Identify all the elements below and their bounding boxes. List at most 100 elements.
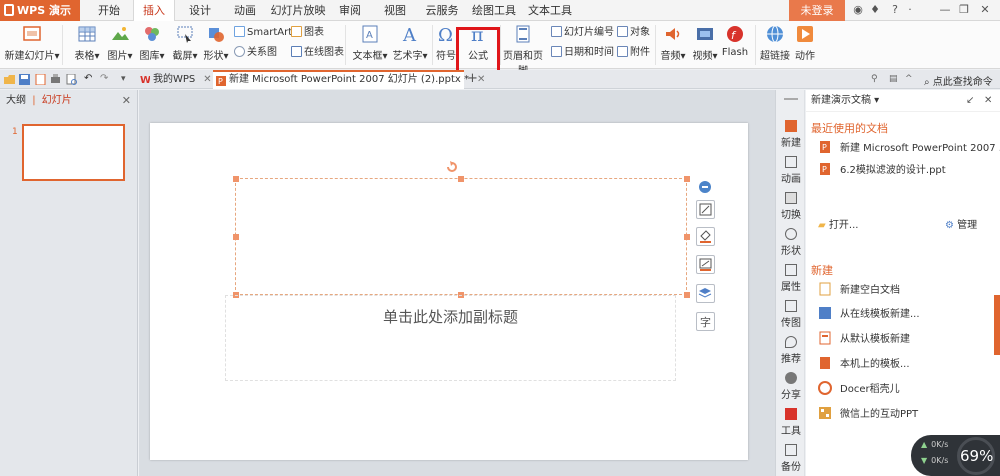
- close-panel-icon[interactable]: ✕: [122, 95, 131, 107]
- recent-doc-item[interactable]: P 6.2模拟滤波的设计.ppt: [818, 162, 946, 178]
- picture-button[interactable]: 图片▾: [104, 24, 136, 62]
- close-pane-icon[interactable]: ✕: [984, 95, 992, 106]
- open-file-button[interactable]: ▰ 打开...: [818, 216, 858, 231]
- resize-handle[interactable]: [684, 234, 690, 240]
- new-from-default-template-item[interactable]: 从默认模板新建: [818, 331, 910, 347]
- find-command-search[interactable]: ⌕ 点此查找命令: [924, 73, 993, 88]
- screenshot-button[interactable]: 截屏▾: [169, 24, 201, 62]
- new-from-online-template-item[interactable]: 从在线模板新建...: [818, 306, 920, 322]
- tab-my-wps[interactable]: W 我的WPS ✕: [137, 70, 213, 89]
- online-chart-button[interactable]: 在线图表: [291, 46, 344, 60]
- object-button[interactable]: 对象: [617, 26, 650, 40]
- customize-toolbar-icon[interactable]: ▾: [121, 74, 132, 85]
- relation-chart-button[interactable]: 关系图: [234, 46, 277, 60]
- fill-button[interactable]: [696, 227, 715, 246]
- sidebar-item-share[interactable]: 分享: [776, 372, 806, 401]
- sidebar-item-recommend[interactable]: 推荐: [776, 336, 806, 365]
- art-text-button[interactable]: A 艺术字▾: [388, 24, 432, 62]
- attachment-button[interactable]: 附件: [617, 46, 650, 60]
- tab-view[interactable]: 视图: [374, 0, 416, 21]
- slide-thumbnail[interactable]: [22, 124, 125, 181]
- resize-handle[interactable]: [684, 176, 690, 182]
- shirt-icon[interactable]: ♦: [868, 3, 882, 17]
- sidebar-item-animation[interactable]: 动画: [776, 156, 806, 185]
- textbox-button[interactable]: A 文本框▾: [348, 24, 392, 62]
- settings-icon[interactable]: ·: [903, 3, 917, 17]
- save-as-icon[interactable]: [35, 74, 46, 85]
- save-icon[interactable]: [19, 74, 30, 85]
- subtitle-placeholder[interactable]: 单击此处添加副标题: [225, 295, 676, 381]
- wechat-ppt-item[interactable]: 微信上的互动PPT: [818, 406, 918, 422]
- layers-button[interactable]: [696, 284, 715, 303]
- datetime-button[interactable]: 日期和时间: [551, 46, 614, 60]
- network-speed-widget[interactable]: ▲ 0K/s ▼ 0K/s 69%: [911, 435, 1000, 476]
- collapse-toolbar-icon[interactable]: [699, 181, 711, 193]
- pin-pane-icon[interactable]: ↙: [966, 95, 974, 106]
- wps-app-menu-button[interactable]: WPS 演示▾: [0, 0, 80, 42]
- resize-handle[interactable]: [458, 176, 464, 182]
- docer-item[interactable]: Docer稻壳儿: [818, 381, 900, 397]
- close-tab-icon[interactable]: ✕: [477, 74, 485, 85]
- pane-collapse-tab[interactable]: [994, 295, 1000, 355]
- outline-button[interactable]: [696, 255, 715, 274]
- action-button[interactable]: 动作: [792, 24, 818, 62]
- undo-icon[interactable]: ↶: [84, 74, 95, 85]
- chart-button[interactable]: 图表: [291, 26, 324, 40]
- tab-outline[interactable]: 大纲: [6, 95, 26, 106]
- rotate-handle-icon[interactable]: [446, 161, 458, 173]
- sidebar-item-upload-image[interactable]: 传图: [776, 300, 806, 329]
- new-blank-doc-item[interactable]: 新建空白文档: [818, 282, 900, 298]
- flash-button[interactable]: f Flash: [721, 24, 749, 58]
- restore-icon[interactable]: ❐: [957, 3, 971, 17]
- sidebar-item-new[interactable]: 新建: [776, 120, 806, 149]
- video-button[interactable]: 视频▾: [689, 24, 721, 62]
- gallery-button[interactable]: 图库▾: [136, 24, 168, 62]
- sidebar-item-tools[interactable]: 工具: [776, 408, 806, 437]
- add-tab-icon[interactable]: +: [467, 71, 478, 86]
- recent-doc-item[interactable]: P 新建 Microsoft PowerPoint 2007 ...: [818, 140, 1000, 156]
- edit-shape-button[interactable]: [696, 200, 715, 219]
- tab-animation[interactable]: 动画: [224, 0, 266, 21]
- smartart-button[interactable]: SmartArt: [234, 26, 292, 40]
- tab-design[interactable]: 设计: [178, 0, 222, 21]
- tab-insert[interactable]: 插入: [133, 0, 175, 22]
- sidebar-item-properties[interactable]: 属性: [776, 264, 806, 293]
- tab-home[interactable]: 开始: [86, 0, 132, 21]
- shape-button[interactable]: 形状▾: [200, 24, 232, 62]
- history-icon[interactable]: ▤: [889, 74, 900, 85]
- resize-handle[interactable]: [233, 234, 239, 240]
- open-folder-icon[interactable]: [4, 74, 15, 85]
- title-placeholder[interactable]: [235, 178, 687, 295]
- print-preview-icon[interactable]: [66, 74, 77, 85]
- redo-icon[interactable]: ↷: [100, 74, 111, 85]
- text-wrap-button[interactable]: 字: [696, 312, 715, 331]
- collapse-ribbon-icon[interactable]: ^: [905, 74, 916, 85]
- table-button[interactable]: 表格▾: [71, 24, 103, 62]
- symbol-button[interactable]: Ω 符号: [434, 24, 458, 62]
- resize-handle[interactable]: [684, 292, 690, 298]
- print-icon[interactable]: [50, 74, 61, 85]
- minimize-icon[interactable]: —: [938, 3, 952, 17]
- close-icon[interactable]: ✕: [978, 3, 992, 17]
- tab-active-document[interactable]: P 新建 Microsoft PowerPoint 2007 幻灯片 (2).p…: [213, 70, 485, 89]
- resize-handle[interactable]: [233, 176, 239, 182]
- tab-cloud[interactable]: 云服务: [420, 0, 464, 21]
- new-slide-button[interactable]: 新建幻灯片▾: [4, 24, 60, 62]
- slide-number-button[interactable]: 幻灯片编号: [551, 26, 614, 40]
- tab-slides[interactable]: 幻灯片: [42, 95, 72, 106]
- skin-icon[interactable]: ◉: [851, 3, 865, 17]
- tab-review[interactable]: 审阅: [330, 0, 370, 21]
- slide-canvas[interactable]: 单击此处添加副标题 字: [150, 123, 748, 460]
- sidebar-item-shape[interactable]: 形状: [776, 228, 806, 257]
- tab-text-tools[interactable]: 文本工具: [524, 0, 576, 21]
- hyperlink-button[interactable]: 超链接: [758, 24, 792, 62]
- close-tab-icon[interactable]: ✕: [203, 74, 211, 85]
- tab-drawing-tools[interactable]: 绘图工具: [468, 0, 520, 21]
- local-template-item[interactable]: 本机上的模板...: [818, 356, 910, 372]
- sidebar-item-transition[interactable]: 切换: [776, 192, 806, 221]
- audio-button[interactable]: 音频▾: [657, 24, 689, 62]
- login-button[interactable]: 未登录: [789, 0, 845, 21]
- pin-icon[interactable]: ⚲: [871, 74, 882, 85]
- tab-slideshow[interactable]: 幻灯片放映: [268, 0, 328, 21]
- help-icon[interactable]: ?: [888, 3, 902, 17]
